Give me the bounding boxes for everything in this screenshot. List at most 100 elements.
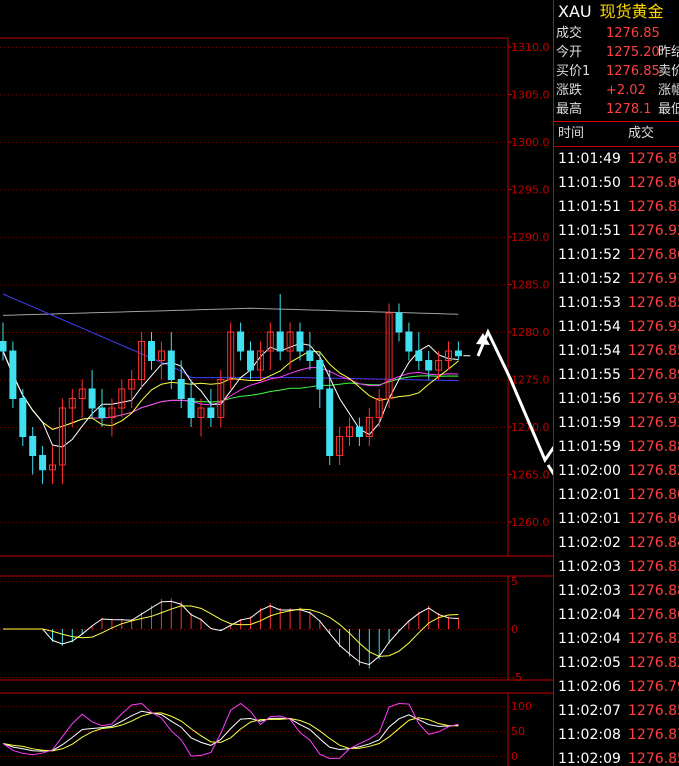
grid-dot bbox=[452, 189, 453, 191]
grid-dot bbox=[308, 756, 309, 757]
grid-dot bbox=[204, 94, 205, 96]
grid-dot bbox=[376, 677, 377, 678]
grid-dot bbox=[224, 677, 225, 678]
grid-dot bbox=[44, 332, 45, 333]
grid-dot bbox=[440, 142, 441, 143]
grid-dot bbox=[144, 332, 145, 333]
quote-header: XAU 现货黄金 bbox=[554, 0, 679, 24]
grid-dot bbox=[296, 379, 297, 381]
grid-dot bbox=[392, 284, 393, 286]
quote-row: 今开1275.20昨结 bbox=[554, 43, 679, 62]
grid-dot bbox=[244, 94, 245, 96]
price-tick-label: 1260.0 bbox=[511, 516, 550, 529]
grid-dot bbox=[404, 629, 405, 630]
grid-dot bbox=[348, 142, 349, 143]
grid-dot bbox=[452, 731, 453, 732]
grid-dot bbox=[240, 756, 241, 757]
grid-dot bbox=[408, 706, 409, 707]
grid-dot bbox=[216, 237, 217, 238]
grid-dot bbox=[24, 379, 25, 381]
grid-dot bbox=[504, 427, 505, 428]
tick-row: 11:02:021276.84 bbox=[554, 531, 679, 555]
grid-dot bbox=[176, 94, 177, 96]
grid-dot bbox=[148, 756, 149, 757]
grid-dot bbox=[496, 47, 497, 48]
grid-dot bbox=[152, 581, 153, 582]
grid-dot bbox=[140, 94, 141, 96]
grid-dot bbox=[60, 522, 61, 523]
grid-dot bbox=[324, 427, 325, 428]
grid-dot bbox=[308, 731, 309, 732]
grid-dot bbox=[300, 47, 301, 48]
grid-dot bbox=[76, 94, 77, 96]
grid-dot bbox=[448, 522, 449, 523]
grid-dot bbox=[480, 142, 481, 143]
grid-dot bbox=[404, 189, 405, 191]
candle-body bbox=[177, 379, 185, 399]
grid-dot bbox=[268, 47, 269, 48]
grid-dot bbox=[496, 522, 497, 523]
grid-dot bbox=[448, 427, 449, 428]
grid-dot bbox=[268, 677, 269, 678]
grid-dot bbox=[60, 94, 61, 96]
grid-dot bbox=[60, 581, 61, 582]
grid-dot bbox=[428, 237, 429, 238]
grid-dot bbox=[120, 47, 121, 48]
grid-dot bbox=[488, 629, 489, 630]
grid-dot bbox=[100, 474, 101, 476]
grid-dot bbox=[220, 47, 221, 48]
grid-dot bbox=[392, 94, 393, 96]
grid-dot bbox=[76, 284, 77, 286]
price-tick-label: 1275.0 bbox=[511, 374, 550, 387]
grid-dot bbox=[316, 94, 317, 96]
grid-dot bbox=[72, 581, 73, 582]
grid-dot bbox=[68, 629, 69, 630]
grid-dot bbox=[404, 332, 405, 333]
grid-dot bbox=[256, 332, 257, 333]
grid-dot bbox=[460, 47, 461, 48]
grid-dot bbox=[384, 237, 385, 238]
grid-dot bbox=[412, 629, 413, 630]
grid-dot bbox=[384, 706, 385, 707]
grid-dot bbox=[224, 332, 225, 333]
grid-dot bbox=[144, 237, 145, 238]
grid-dot bbox=[148, 47, 149, 48]
grid-dot bbox=[436, 94, 437, 96]
grid-dot bbox=[176, 47, 177, 48]
grid-dot bbox=[152, 522, 153, 523]
grid-dot bbox=[344, 189, 345, 191]
grid-dot bbox=[176, 237, 177, 238]
tick-list[interactable]: 11:01:491276.8711:01:501276.8611:01:5112… bbox=[554, 147, 679, 766]
grid-dot bbox=[348, 474, 349, 476]
quote-value: 1278.1 bbox=[606, 102, 652, 117]
grid-dot bbox=[256, 427, 257, 428]
grid-dot bbox=[272, 284, 273, 286]
grid-dot bbox=[68, 522, 69, 523]
grid-dot bbox=[276, 581, 277, 582]
grid-dot bbox=[436, 332, 437, 333]
grid-dot bbox=[428, 47, 429, 48]
grid-dot bbox=[280, 427, 281, 428]
grid-dot bbox=[356, 142, 357, 143]
grid-dot bbox=[192, 284, 193, 286]
grid-dot bbox=[100, 332, 101, 333]
candlestick-chart[interactable]: 1310.01305.01300.01295.01290.01285.01280… bbox=[0, 0, 553, 766]
grid-dot bbox=[192, 522, 193, 523]
grid-dot bbox=[504, 474, 505, 476]
grid-dot bbox=[56, 706, 57, 707]
grid-dot bbox=[292, 522, 293, 523]
grid-dot bbox=[284, 677, 285, 678]
grid-dot bbox=[336, 284, 337, 286]
grid-dot bbox=[492, 756, 493, 757]
grid-dot bbox=[288, 522, 289, 523]
grid-dot bbox=[176, 756, 177, 757]
grid-dot bbox=[164, 427, 165, 428]
grid-dot bbox=[476, 731, 477, 732]
grid-dot bbox=[164, 522, 165, 523]
grid-dot bbox=[8, 581, 9, 582]
grid-dot bbox=[32, 522, 33, 523]
grid-dot bbox=[484, 332, 485, 333]
grid-dot bbox=[188, 47, 189, 48]
grid-dot bbox=[4, 237, 5, 238]
grid-dot bbox=[444, 47, 445, 48]
